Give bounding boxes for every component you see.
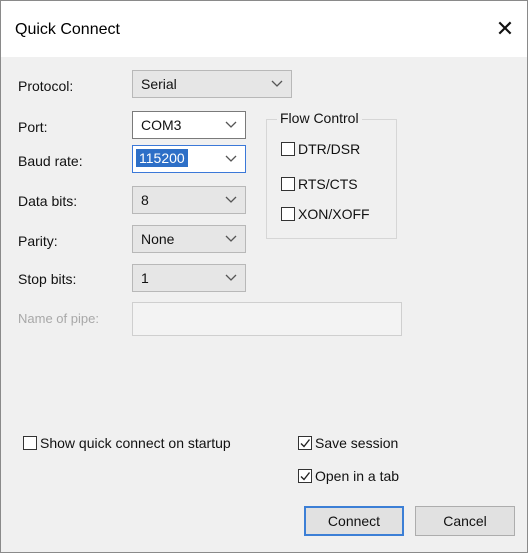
- data-bits-select[interactable]: 8: [132, 186, 246, 214]
- save-session-checkbox[interactable]: Save session: [298, 435, 398, 451]
- window-title: Quick Connect: [15, 21, 120, 38]
- name-of-pipe-input: [132, 302, 402, 336]
- stop-bits-select[interactable]: 1: [132, 264, 246, 292]
- chevron-down-icon: [225, 274, 237, 281]
- checkbox-box[interactable]: [281, 177, 295, 191]
- show-on-startup-label: Show quick connect on startup: [40, 435, 231, 451]
- dialog-body: Protocol: Port: Baud rate: Data bits: Pa…: [1, 57, 527, 552]
- data-bits-value: 8: [141, 192, 149, 208]
- baud-rate-select[interactable]: 115200: [132, 145, 246, 173]
- protocol-label: Protocol:: [18, 78, 74, 94]
- port-select[interactable]: COM3: [132, 111, 246, 139]
- data-bits-label: Data bits:: [18, 193, 78, 209]
- open-in-tab-label: Open in a tab: [315, 468, 400, 484]
- protocol-select[interactable]: Serial: [132, 70, 292, 98]
- open-in-tab-checkbox[interactable]: Open in a tab: [298, 468, 399, 484]
- port-label: Port:: [18, 119, 48, 135]
- parity-select[interactable]: None: [132, 225, 246, 253]
- baud-rate-label: Baud rate:: [18, 153, 83, 169]
- flow-control-title: Flow Control: [277, 110, 362, 126]
- dtr-dsr-checkbox[interactable]: DTR/DSR: [281, 141, 360, 157]
- baud-rate-value: 115200: [136, 149, 188, 167]
- checkbox-box-checked[interactable]: [298, 469, 312, 483]
- quick-connect-dialog: Quick Connect ✕ Protocol: Port: Baud rat…: [0, 0, 528, 553]
- checkbox-box[interactable]: [23, 436, 37, 450]
- chevron-down-icon: [225, 196, 237, 203]
- save-session-label: Save session: [315, 435, 399, 451]
- xon-xoff-label: XON/XOFF: [298, 206, 370, 222]
- chevron-down-icon: [225, 155, 237, 162]
- chevron-down-icon: [271, 80, 283, 87]
- checkbox-box[interactable]: [281, 142, 295, 156]
- port-value: COM3: [141, 117, 182, 133]
- name-of-pipe-label: Name of pipe:: [18, 311, 99, 326]
- rts-cts-checkbox[interactable]: RTS/CTS: [281, 176, 358, 192]
- dtr-dsr-label: DTR/DSR: [298, 141, 361, 157]
- title-bar: Quick Connect ✕: [1, 1, 527, 57]
- stop-bits-label: Stop bits:: [18, 271, 77, 287]
- show-on-startup-checkbox[interactable]: Show quick connect on startup: [23, 435, 231, 451]
- chevron-down-icon: [225, 235, 237, 242]
- chevron-down-icon: [225, 121, 237, 128]
- parity-value: None: [141, 231, 175, 247]
- rts-cts-label: RTS/CTS: [298, 176, 358, 192]
- stop-bits-value: 1: [141, 270, 149, 286]
- checkbox-box-checked[interactable]: [298, 436, 312, 450]
- checkbox-box[interactable]: [281, 207, 295, 221]
- xon-xoff-checkbox[interactable]: XON/XOFF: [281, 206, 370, 222]
- protocol-value: Serial: [141, 76, 177, 92]
- checkmark-icon: [300, 439, 311, 448]
- connect-button[interactable]: Connect: [304, 506, 404, 536]
- close-icon[interactable]: ✕: [487, 13, 523, 45]
- flow-control-group: Flow Control DTR/DSR RTS/CTS XON/XOFF: [266, 110, 397, 239]
- cancel-button[interactable]: Cancel: [415, 506, 515, 536]
- checkmark-icon: [300, 472, 311, 481]
- parity-label: Parity:: [18, 233, 58, 249]
